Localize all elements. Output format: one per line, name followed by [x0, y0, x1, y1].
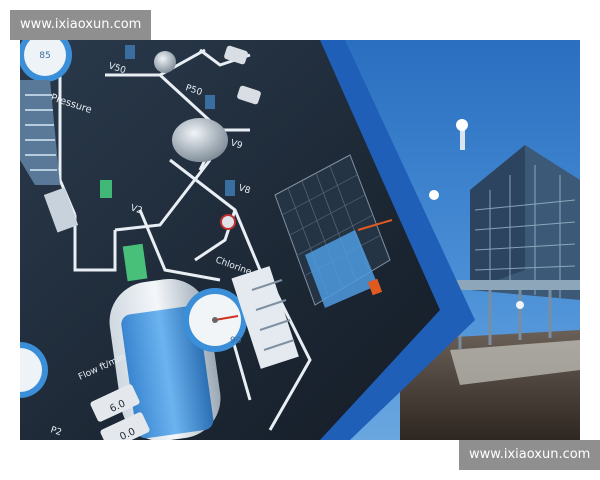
watermark-top: www.ixiaoxun.com	[10, 10, 152, 40]
pressure-gauge-main: 90	[183, 288, 247, 352]
gauge-main-value: 90	[230, 336, 242, 346]
watermark-bottom: www.ixiaoxun.com	[459, 440, 600, 470]
pump	[154, 51, 176, 73]
industrial-photo: 85 Pressure 90 Chlorine V50 P50 V9 V8 V2…	[20, 40, 580, 440]
sphere-tank	[172, 118, 228, 162]
gauge-left-value: 85	[39, 51, 50, 61]
